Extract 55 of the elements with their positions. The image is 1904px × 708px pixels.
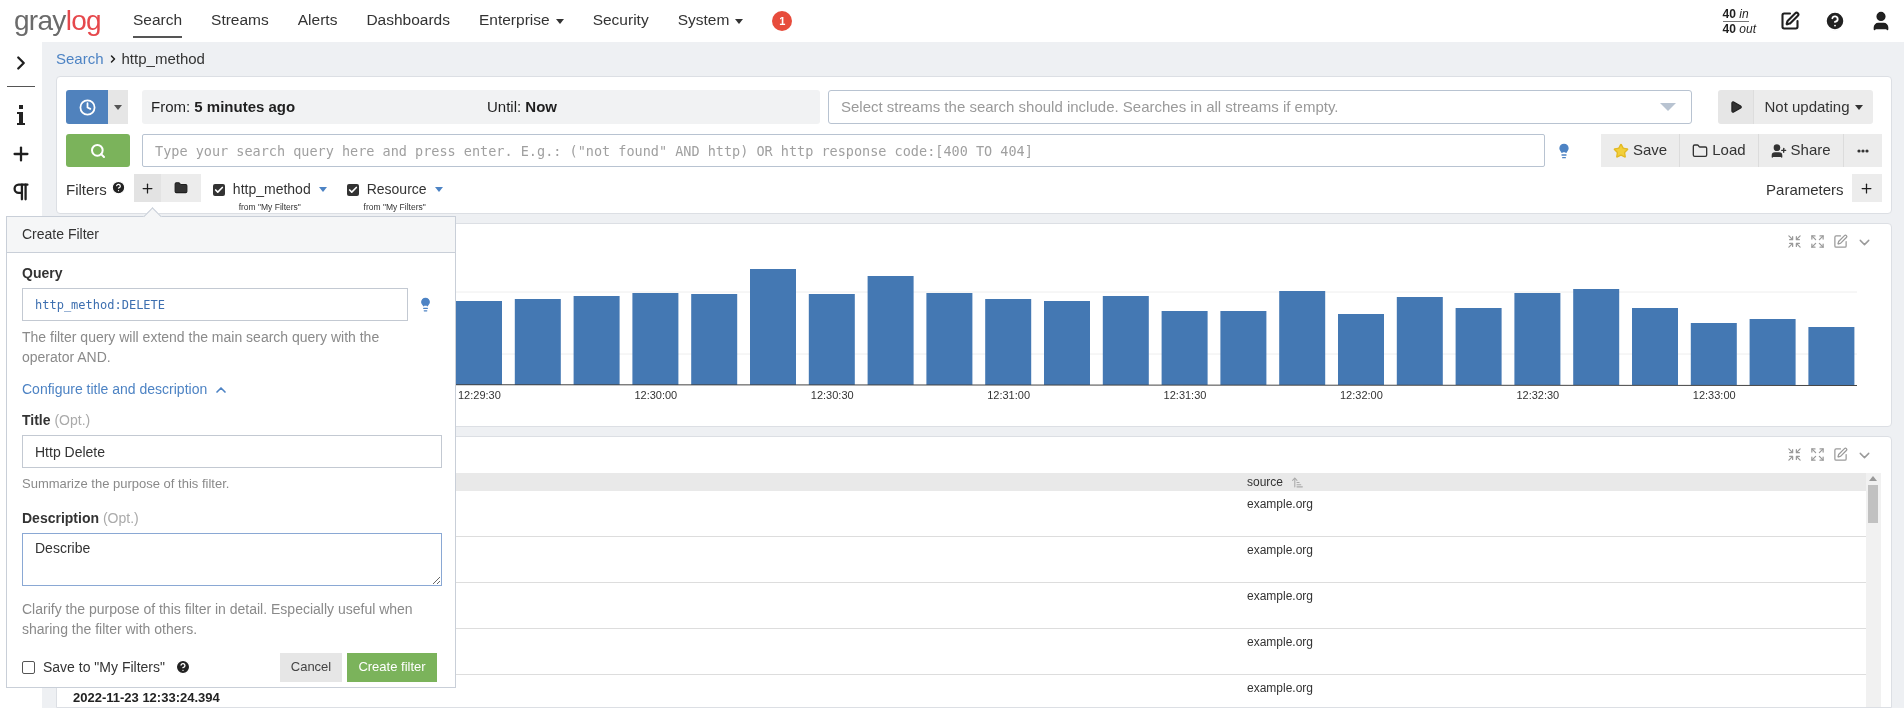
axis-label: 12:31:30 [1163,388,1207,403]
save-label: Save to "My Filters" [43,657,165,677]
source-cell-text: example.org [1247,588,1315,605]
source-cell-text: example.org [1247,542,1315,559]
toolbar-button[interactable]: Save [1601,134,1681,167]
filter-source: from "My Filters" [363,202,426,212]
filter-query-field[interactable]: http_method:DELETE [22,288,408,321]
axis-label: 12:31:00 [987,388,1030,403]
query-label: Query [22,264,64,283]
breadcrumb-link[interactable]: Search [56,47,104,71]
breadcrumb-current: http_method [121,48,205,69]
nav-item[interactable]: Alerts [297,4,338,38]
query-help: The filter query will extend the main search query with the operator AND. [22,328,381,367]
nav-item[interactable]: Search [132,4,183,38]
time-from: From: 5 minutes ago [151,96,297,117]
time-until: Until: Now [487,96,559,117]
title-field[interactable]: Http Delete [22,435,442,468]
axis-label: 12:30:00 [634,388,678,403]
description-help: Clarify the purpose of this filter in detail. Especially useful when sharing the filter with others. [22,599,414,639]
notification-badge[interactable]: 1 [772,11,793,31]
configure-link[interactable]: Configure title and description [22,379,230,400]
title-label: Title (Opt.) [22,411,92,430]
source-cell-text: example.org [1247,634,1315,651]
filter-source: from "My Filters" [238,202,301,212]
source-cell-text: example.org [1247,496,1315,513]
throughput-in: 40 in [1722,6,1749,22]
logo[interactable]: graylog [14,7,101,35]
axis-label: 12:32:00 [1340,388,1383,403]
axis-label: 12:30:30 [810,388,854,403]
toolbar-button[interactable]: Load [1680,134,1759,167]
filter-title[interactable]: Resource [366,179,427,200]
nav-item[interactable]: Dashboards [366,4,450,38]
cancel-button[interactable]: Cancel [280,652,342,682]
throughput-out: 40 out [1722,21,1756,36]
axis-label: 12:32:30 [1516,388,1560,403]
column-header[interactable]: source [1247,473,1866,491]
refresh-dropdown[interactable]: Not updating [1753,90,1873,124]
parameters-label: Parameters [1766,180,1844,200]
nav-item[interactable]: Enterprise [479,4,550,38]
popover-title: Create Filter [22,225,100,244]
toolbar-button[interactable]: Share [1758,134,1844,167]
filters-label: Filters [66,180,107,200]
query-field[interactable]: Type your search query here and press enter. E.g.: ("not found" AND http) OR http response code:[400 TO 404] [142,134,1545,167]
description-field[interactable]: Describe [22,532,442,586]
timestamp-cell-text: 2022-11-23 12:33:24.394 [73,691,221,705]
axis-label: 12:29:30 [458,388,501,403]
source-cell-text: example.org [1247,680,1315,697]
filter-title[interactable]: http_method [232,179,311,200]
time-range-display[interactable]: From: 5 minutes ago Until: Now [142,90,820,124]
nav-item[interactable]: Security [592,4,649,38]
nav-item[interactable]: Streams [211,4,269,38]
axis-label: 12:33:00 [1692,388,1736,403]
description-label: Description (Opt.) [22,508,140,528]
nav-item[interactable]: System [677,4,730,38]
title-help: Summarize the purpose of this filter. [22,475,231,493]
